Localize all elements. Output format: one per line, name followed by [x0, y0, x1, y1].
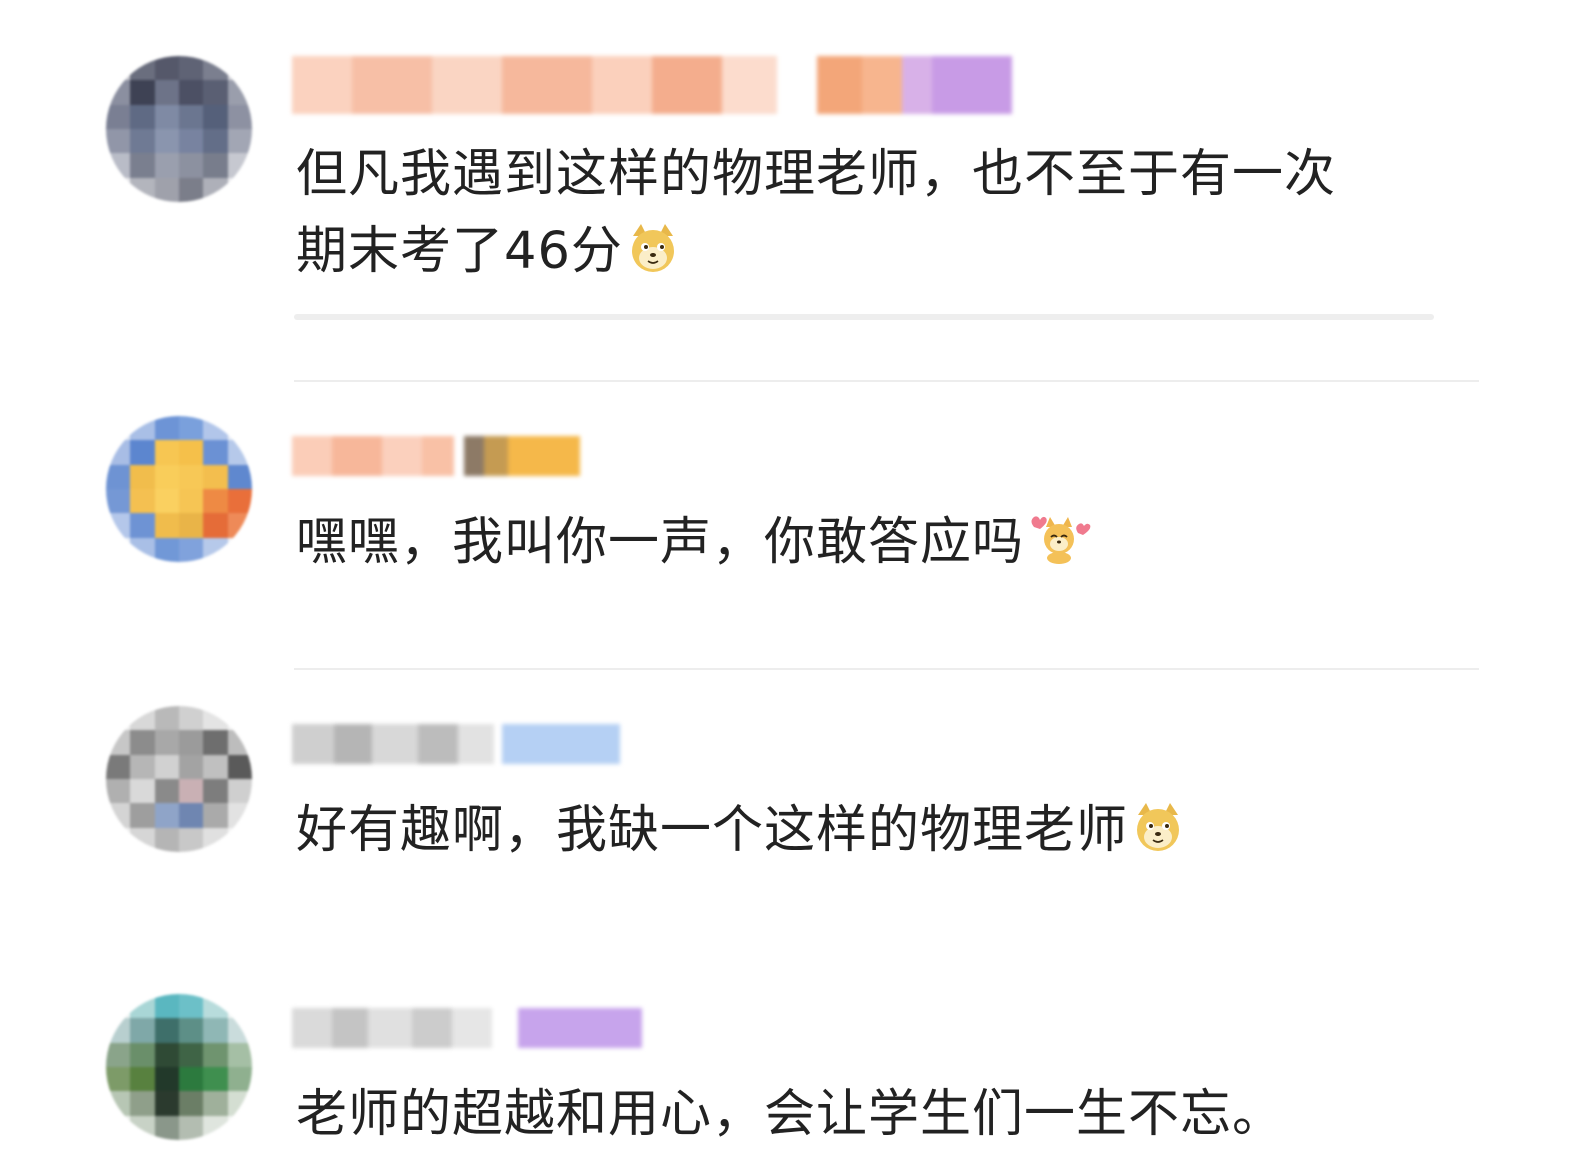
comment-text-line: 期末考了46分 [296, 213, 1336, 290]
username-blurred[interactable] [292, 724, 620, 764]
comment-text-line: 嘿嘿，我叫你一声，你敢答应吗 [296, 504, 1092, 581]
comment-text-line: 老师的超越和用心，会让学生们一生不忘。 [296, 1085, 1285, 1144]
comment-text-line-content: 期末考了46分 [296, 222, 623, 281]
avatar[interactable] [106, 416, 252, 562]
comment-text: 好有趣啊，我缺一个这样的物理老师 [296, 792, 1184, 869]
avatar[interactable] [106, 994, 252, 1140]
doge-icon [627, 219, 679, 272]
comment-text: 老师的超越和用心，会让学生们一生不忘。 [296, 1076, 1284, 1153]
avatar[interactable] [106, 56, 252, 202]
comment-text-line: 好有趣啊，我缺一个这样的物理老师 [296, 792, 1184, 869]
divider [294, 668, 1479, 670]
comment-text-line-content: 好有趣啊，我缺一个这样的物理老师 [296, 801, 1129, 860]
comment-text: 嘿嘿，我叫你一声，你敢答应吗 [296, 504, 1092, 581]
doge-icon [1132, 798, 1184, 851]
dog-cheer-icon [1028, 510, 1092, 564]
reply-divider [294, 314, 1434, 320]
username-blurred[interactable] [292, 56, 1012, 114]
username-blurred[interactable] [292, 1008, 642, 1048]
comment-text-line: 但凡我遇到这样的物理老师，也不至于有一次 [296, 145, 1337, 204]
username-blurred[interactable] [292, 436, 580, 476]
divider [294, 380, 1479, 382]
comment-text: 但凡我遇到这样的物理老师，也不至于有一次 期末考了46分 [296, 136, 1336, 290]
comment-item: 但凡我遇到这样的物理老师，也不至于有一次 期末考了46分 [0, 0, 1596, 382]
avatar[interactable] [106, 706, 252, 852]
comment-text-line-content: 嘿嘿，我叫你一声，你敢答应吗 [296, 513, 1025, 572]
